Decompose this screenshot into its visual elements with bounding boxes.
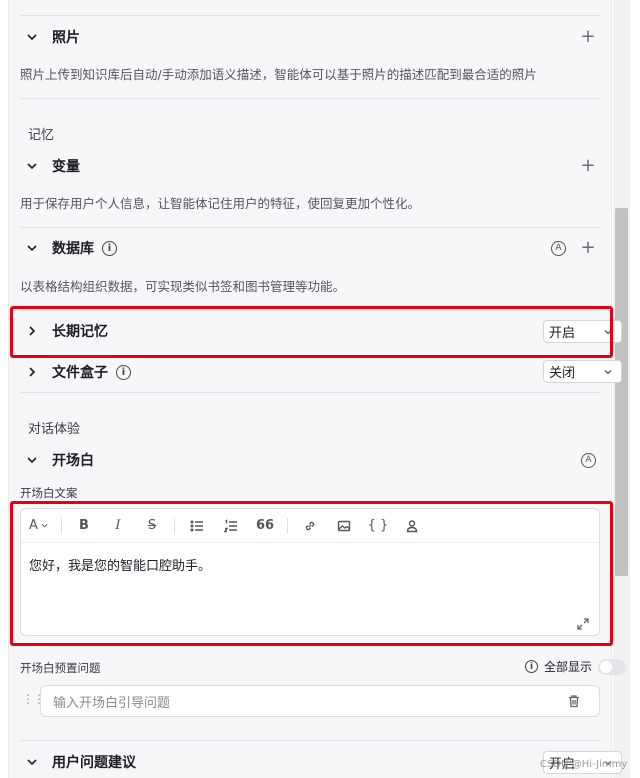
auto-mode-icon[interactable]: A (581, 452, 596, 468)
highlight-box (10, 501, 613, 646)
divider (20, 98, 600, 99)
opening-copy-label: 开场白文案 (20, 486, 78, 500)
section-title: 开场白 (52, 453, 94, 469)
opening-question-input[interactable]: 输入开场白引导问题 (40, 685, 600, 717)
section-database-desc: 以表格结构组织数据，可实现类似书签和图书管理等功能。 (20, 279, 346, 294)
section-title: 文件盒子 (52, 365, 108, 381)
watermark: CSDN @Hi-Jimmy (540, 759, 628, 770)
section-title: 照片 (52, 30, 80, 46)
show-all-toggle[interactable] (598, 658, 626, 675)
info-icon[interactable]: i (524, 660, 538, 673)
select-value: 关闭 (549, 366, 576, 381)
chevron-down-icon[interactable] (20, 756, 42, 768)
divider (20, 740, 600, 741)
scrollbar-thumb[interactable] (615, 208, 628, 576)
question-placeholder: 输入开场白引导问题 (53, 695, 171, 711)
info-icon[interactable]: i (102, 240, 117, 256)
chevron-down-icon[interactable] (20, 454, 42, 466)
chevron-down-icon[interactable] (20, 242, 42, 254)
group-label-memory: 记忆 (28, 128, 55, 143)
file-box-select[interactable]: 关闭 (543, 360, 622, 383)
chevron-right-icon[interactable] (20, 366, 42, 378)
add-database-icon[interactable]: + (580, 239, 596, 257)
trash-icon[interactable] (567, 694, 581, 708)
section-database-header[interactable]: 数据库 i A + (20, 234, 600, 262)
section-photos-header[interactable]: 照片 + (20, 23, 600, 51)
divider (20, 15, 600, 16)
section-suggestions-header[interactable]: 用户问题建议 (20, 748, 600, 776)
chevron-down-icon[interactable] (20, 160, 42, 172)
preset-questions-label: 开场白预置问题 (20, 661, 101, 675)
add-photo-icon[interactable]: + (580, 28, 596, 46)
section-variables-desc: 用于保存用户个人信息，让智能体记住用户的特征，使回复更加个性化。 (20, 196, 421, 211)
section-title: 用户问题建议 (52, 755, 136, 771)
info-icon[interactable]: i (116, 364, 131, 380)
show-all-control: i 全部显示 (524, 658, 626, 675)
show-all-label: 全部显示 (543, 660, 592, 674)
section-file-box-header[interactable]: 文件盒子 i (20, 358, 600, 386)
auto-mode-icon[interactable]: A (551, 240, 566, 256)
chevron-down-icon (604, 369, 612, 375)
group-label-dialog: 对话体验 (28, 422, 81, 437)
highlight-box (10, 306, 613, 358)
add-variable-icon[interactable]: + (580, 157, 596, 175)
divider (20, 392, 600, 393)
section-title: 变量 (52, 159, 80, 175)
divider (20, 227, 600, 228)
section-opening-header[interactable]: 开场白 A (20, 446, 600, 474)
section-variables-header[interactable]: 变量 + (20, 152, 600, 180)
section-title: 数据库 (52, 241, 94, 257)
chevron-down-icon[interactable] (20, 31, 42, 43)
section-photos-desc: 照片上传到知识库后自动/手动添加语义描述，智能体可以基于照片的描述匹配到最合适的… (20, 67, 537, 82)
